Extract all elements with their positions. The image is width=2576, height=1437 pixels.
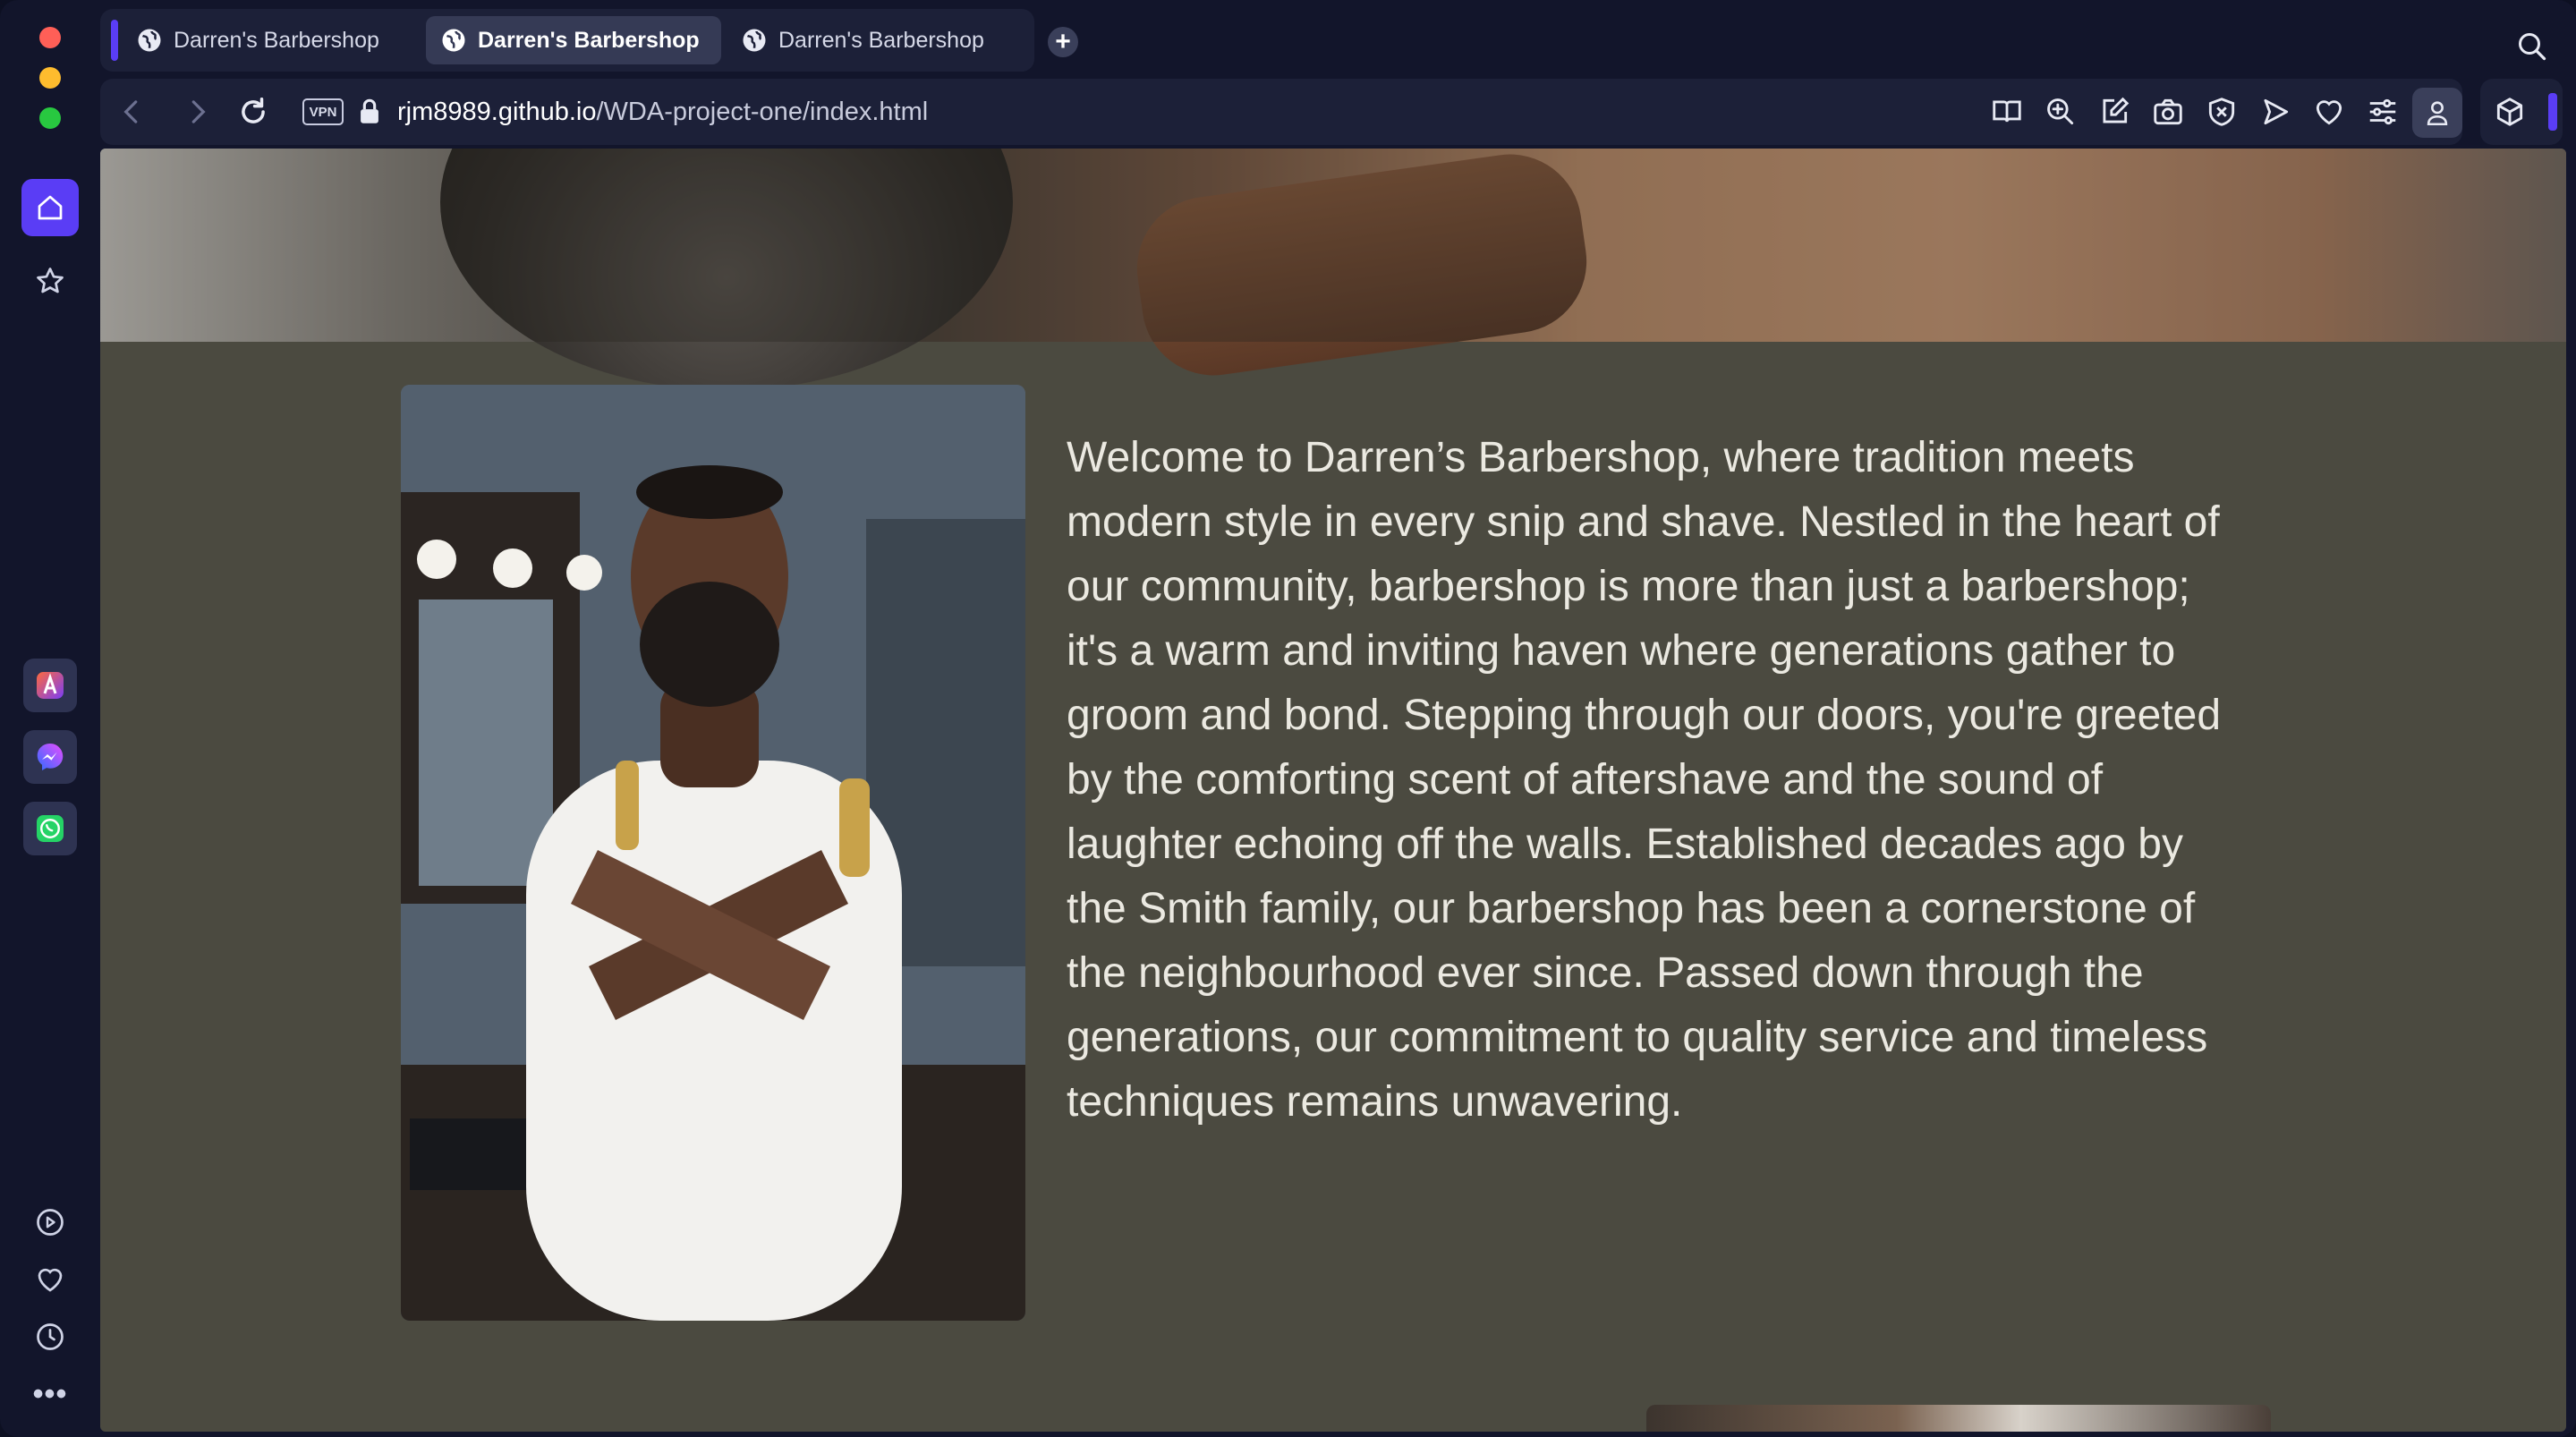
new-tab-button[interactable]: +	[1048, 27, 1078, 57]
sidebar-item-my-flow[interactable]	[21, 1251, 79, 1308]
globe-icon	[743, 29, 766, 52]
search-tabs-icon[interactable]	[2516, 30, 2548, 63]
zoom-window-button[interactable]	[39, 107, 61, 129]
aria-icon	[37, 672, 64, 699]
send-icon[interactable]	[2258, 95, 2292, 129]
star-icon	[37, 268, 64, 293]
address-bar: VPN rjm8989.github.io/WDA-project-one/in…	[100, 79, 2462, 145]
next-section-image	[1646, 1405, 2271, 1432]
tab-title: Darren's Barbershop	[174, 27, 379, 53]
hero-banner-image	[100, 149, 2566, 390]
sidebar: •••	[0, 143, 98, 1437]
tab-1[interactable]: Darren's Barbershop	[122, 16, 417, 64]
extensions-area	[2480, 79, 2563, 145]
tab-island-indicator	[111, 20, 118, 61]
tab-title: Darren's Barbershop	[778, 27, 984, 53]
minimize-window-button[interactable]	[39, 67, 61, 89]
easy-setup-icon[interactable]	[2366, 95, 2400, 129]
sidebar-item-whatsapp[interactable]	[23, 802, 77, 855]
edit-icon[interactable]	[2097, 95, 2131, 129]
page-viewport: Welcome to Darren’s Barbershop, where tr…	[100, 149, 2566, 1432]
reader-mode-icon[interactable]	[1990, 95, 2024, 129]
sidebar-item-home[interactable]	[21, 179, 79, 236]
sidebar-accent-bar	[2548, 93, 2557, 131]
player-icon	[37, 1209, 64, 1236]
heart-icon	[38, 1268, 63, 1292]
url-path: /WDA-project-one/index.html	[596, 98, 929, 126]
vpn-badge[interactable]: VPN	[302, 98, 344, 125]
globe-icon	[442, 29, 465, 52]
profile-button[interactable]	[2412, 88, 2462, 138]
person-icon	[2427, 101, 2448, 126]
url-field[interactable]: rjm8989.github.io/WDA-project-one/index.…	[397, 93, 928, 131]
back-arrow-icon[interactable]	[115, 95, 149, 129]
sidebar-item-history[interactable]	[21, 1308, 79, 1365]
lock-icon[interactable]	[354, 95, 385, 129]
tab-3[interactable]: Darren's Barbershop	[727, 16, 1022, 64]
barber-portrait-image	[401, 385, 1025, 1321]
tab-strip: Darren's Barbershop Darren's Barbershop …	[100, 9, 1034, 72]
welcome-paragraph: Welcome to Darren’s Barbershop, where tr…	[1067, 434, 2222, 1126]
globe-icon	[138, 29, 161, 52]
sidebar-item-messenger[interactable]	[23, 730, 77, 784]
sidebar-item-bookmarks[interactable]	[21, 252, 79, 310]
ad-blocker-shield-icon[interactable]	[2205, 95, 2239, 129]
history-icon	[37, 1323, 64, 1350]
home-icon	[38, 195, 63, 220]
tab-2-active[interactable]: Darren's Barbershop	[426, 16, 721, 64]
heart-icon[interactable]	[2312, 95, 2346, 129]
hero-image-shade	[100, 149, 2566, 342]
browser-window: Darren's Barbershop Darren's Barbershop …	[0, 0, 2576, 1437]
messenger-icon	[37, 744, 64, 770]
barber-photo	[401, 385, 1025, 1321]
sidebar-more-button[interactable]: •••	[21, 1365, 79, 1423]
forward-arrow-icon[interactable]	[181, 95, 215, 129]
sidebar-item-player[interactable]	[21, 1194, 79, 1251]
tab-title: Darren's Barbershop	[478, 27, 700, 53]
sidebar-item-aria[interactable]	[23, 659, 77, 712]
whatsapp-icon	[37, 815, 64, 842]
close-window-button[interactable]	[39, 27, 61, 48]
reload-icon[interactable]	[236, 95, 270, 129]
zoom-icon[interactable]	[2044, 95, 2078, 129]
url-host: rjm8989.github.io	[397, 98, 597, 126]
camera-icon[interactable]	[2151, 95, 2185, 129]
extensions-cube-icon[interactable]	[2493, 95, 2527, 129]
